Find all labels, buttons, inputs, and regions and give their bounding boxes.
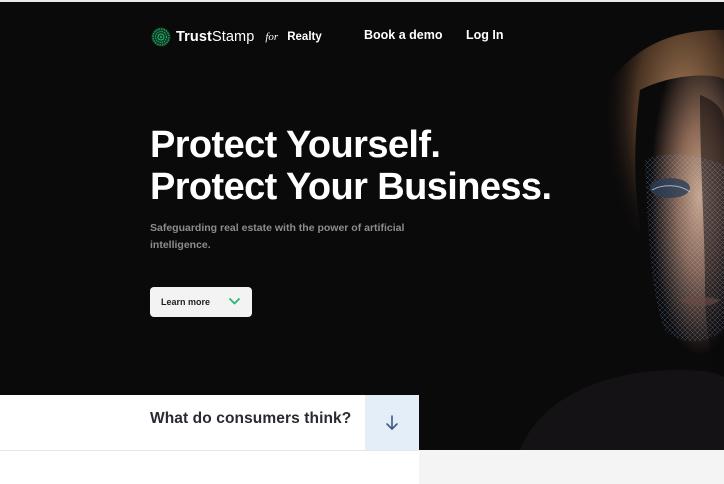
brand-for: for [265,31,279,43]
truststamp-logo-icon [151,27,171,47]
hero-section: TrustStamp for Realty Book a demo Log In… [0,0,724,450]
login-link[interactable]: Log In [466,28,504,42]
hero-headline: Protect Yourself. Protect Your Business. [150,124,552,208]
arrow-down-icon [386,414,398,430]
top-nav: TrustStamp for Realty [151,25,322,49]
book-demo-link[interactable]: Book a demo [364,28,443,42]
section-divider [0,450,419,451]
hero-subtitle: Safeguarding real estate with the power … [150,222,405,251]
scroll-down-button[interactable] [365,395,419,450]
learn-more-button[interactable]: Learn more [150,287,252,317]
consumers-bar: What do consumers think? [0,395,419,450]
bottom-panel [419,450,724,484]
brand-name-bold: Trust [176,29,212,45]
brand-name-light: Stamp [211,29,255,45]
headline-line-1: Protect Yourself. [150,124,441,166]
brand-logo[interactable]: TrustStamp for Realty [151,27,322,47]
brand-vertical: Realty [287,31,322,43]
chevron-down-icon [229,298,240,305]
brand-name: TrustStamp [176,29,254,45]
consumers-question: What do consumers think? [150,410,352,427]
headline-line-2: Protect Your Business. [150,166,552,208]
learn-more-label: Learn more [161,297,211,307]
